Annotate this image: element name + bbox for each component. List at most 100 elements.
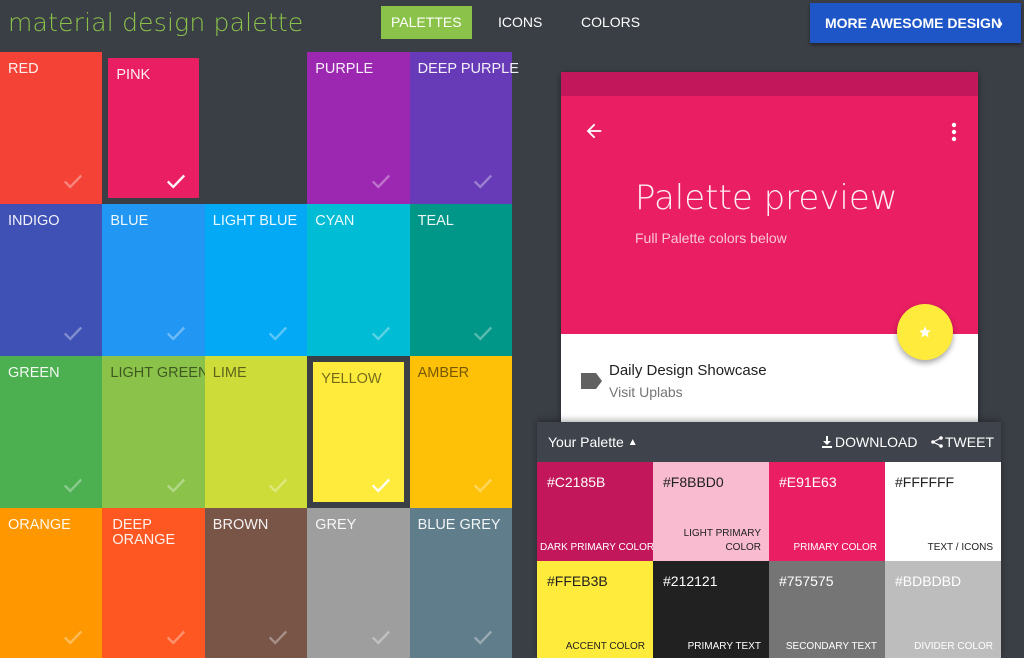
palette-tile-red[interactable]: RED: [0, 52, 103, 204]
palette-tile-label: LIME: [212, 365, 247, 381]
chevron-up-icon: ▲: [627, 437, 638, 448]
swatch-hex: #FFFFFF: [895, 474, 955, 490]
check-icon: [267, 474, 288, 494]
more-button-label: MORE AWESOME DESIGN: [825, 15, 1002, 31]
list-item-title[interactable]: Daily Design Showcase: [609, 362, 767, 379]
palette-swatch-secondary-text[interactable]: #757575 SECONDARY TEXT: [769, 561, 885, 658]
your-palette-panel: Your Palette ▲ DOWNLOAD TWEET #C2185B DARK…: [537, 422, 1001, 658]
check-icon: [165, 170, 185, 190]
swatch-role: DARK PRIMARY COLOR: [540, 542, 655, 553]
check-icon: [472, 474, 493, 494]
palette-swatch-divider-color[interactable]: #BDBDBD DIVIDER COLOR: [885, 561, 1001, 658]
swatch-role: LIGHT PRIMARY COLOR: [683, 528, 761, 553]
label-icon: [581, 373, 602, 389]
more-vert-icon[interactable]: [948, 120, 960, 144]
chevron-right-icon: ›: [997, 13, 1003, 33]
palette-tile-orange[interactable]: ORANGE: [0, 508, 103, 658]
preview-subtitle: Full Palette colors below: [635, 230, 787, 246]
arrow-back-icon[interactable]: [583, 120, 605, 142]
swatch-role: ACCENT COLOR: [565, 641, 645, 652]
palette-swatch-dark-primary-color[interactable]: #C2185B DARK PRIMARY COLOR: [537, 462, 655, 561]
palette-tile-purple[interactable]: PURPLE: [307, 52, 410, 204]
check-icon: [267, 626, 288, 646]
fab-button[interactable]: [897, 304, 953, 360]
preview-title: Palette preview: [635, 178, 898, 218]
palette-tile-label: DEEP PURPLE: [417, 61, 519, 77]
tab-palettes[interactable]: PALETTES: [381, 6, 472, 39]
palette-swatch-light-primary-color[interactable]: #F8BBD0 LIGHT PRIMARY COLOR: [653, 462, 769, 561]
palette-tile-teal[interactable]: TEAL: [409, 204, 512, 356]
panel-toggle[interactable]: Your Palette ▲: [548, 434, 638, 450]
palette-tile-indigo[interactable]: INDIGO: [0, 204, 103, 356]
check-icon: [472, 322, 493, 342]
palette-tile-label: ORANGE: [8, 517, 71, 533]
palette-tile-lime[interactable]: LIME: [204, 356, 308, 508]
app-logo[interactable]: material design palette: [8, 8, 303, 37]
palette-tile-light-green[interactable]: LIGHT GREEN: [102, 356, 208, 508]
preview-status-bar: [561, 72, 978, 96]
palette-tile-deep-purple[interactable]: DEEP PURPLE: [409, 52, 519, 204]
check-icon: [370, 322, 390, 342]
swatch-hex: #F8BBD0: [663, 474, 724, 490]
check-icon: [165, 322, 185, 342]
download-button[interactable]: DOWNLOAD: [821, 434, 917, 450]
swatch-hex: #E91E63: [779, 474, 837, 490]
palette-tile-label: LIGHT GREEN: [110, 365, 209, 381]
palette-swatch-primary-text[interactable]: #212121 PRIMARY TEXT: [653, 561, 769, 658]
panel-header: Your Palette ▲ DOWNLOAD TWEET: [537, 422, 1001, 462]
palette-tile-label: CYAN: [315, 213, 355, 229]
palette-tile-label: BROWN: [212, 517, 269, 533]
swatch-hex: #FFEB3B: [547, 573, 608, 589]
swatch-role: TEXT / ICONS: [927, 542, 993, 553]
palette-tile-label: PINK: [116, 67, 151, 83]
swatch-hex: #212121: [663, 573, 718, 589]
palette-tile-grey[interactable]: GREY: [307, 508, 410, 658]
swatch-role: SECONDARY TEXT: [785, 641, 877, 652]
palette-tile-label: YELLOW: [321, 371, 382, 387]
check-icon: [370, 474, 390, 494]
check-icon: [370, 626, 390, 646]
palette-tile-label: LIGHT BLUE: [212, 213, 298, 229]
palette-tile-label: GREEN: [8, 365, 60, 381]
swatch-hex: #757575: [779, 573, 834, 589]
preview-app-bar: Palette preview Full Palette colors belo…: [561, 96, 978, 334]
tab-colors[interactable]: COLORS: [571, 6, 650, 39]
palette-tile-label: TEAL: [417, 213, 454, 229]
swatch-role: PRIMARY COLOR: [793, 542, 877, 553]
palette-tile-yellow[interactable]: YELLOW: [307, 356, 410, 508]
palette-swatch-accent-color[interactable]: #FFEB3B ACCENT COLOR: [537, 561, 653, 658]
palette-tile-deep-orange[interactable]: DEEP ORANGE: [102, 508, 205, 658]
palette-tile-label: BLUE: [110, 213, 149, 229]
palette-tile-light-blue[interactable]: LIGHT BLUE: [204, 204, 308, 356]
palette-tile-blue-grey[interactable]: BLUE GREY: [409, 508, 512, 658]
tweet-button[interactable]: TWEET: [931, 434, 994, 450]
palette-tile-brown[interactable]: BROWN: [204, 508, 308, 658]
palette-preview-card: Palette preview Full Palette colors belo…: [561, 72, 978, 422]
palette-tile-label: INDIGO: [8, 213, 60, 229]
palette-tile-green[interactable]: GREEN: [0, 356, 103, 508]
check-icon: [267, 322, 288, 342]
palette-tile-label: GREY: [315, 517, 357, 533]
palette-tile-cyan[interactable]: CYAN: [307, 204, 410, 356]
palette-tile-amber[interactable]: AMBER: [409, 356, 512, 508]
palette-tile-label: DEEP ORANGE: [112, 517, 176, 548]
check-icon: [472, 626, 493, 646]
check-icon: [370, 170, 390, 190]
palette-swatch-primary-color[interactable]: #E91E63 PRIMARY COLOR: [769, 462, 885, 561]
check-icon: [62, 322, 83, 342]
swatch-hex: #BDBDBD: [895, 573, 962, 589]
palette-grid: RED PINK PURPLE DEEP PURPLE INDIGO BLUE LIGHT …: [0, 52, 519, 658]
palette-tile-pink[interactable]: PINK: [102, 52, 205, 204]
check-icon: [62, 170, 83, 190]
palette-tile-empty: [204, 52, 308, 204]
download-label: DOWNLOAD: [835, 434, 918, 450]
tab-icons[interactable]: ICONS: [488, 6, 552, 39]
download-icon: [822, 436, 832, 448]
palette-tile-blue[interactable]: BLUE: [102, 204, 205, 356]
panel-title: Your Palette: [548, 434, 624, 450]
top-bar: material design palette PALETTES ICONS C…: [0, 0, 1024, 52]
share-icon: [931, 436, 943, 448]
palette-swatch-text-icons[interactable]: #FFFFFF TEXT / ICONS: [885, 462, 1001, 561]
check-icon: [165, 626, 185, 646]
more-awesome-design-button[interactable]: MORE AWESOME DESIGN ›: [810, 3, 1021, 43]
